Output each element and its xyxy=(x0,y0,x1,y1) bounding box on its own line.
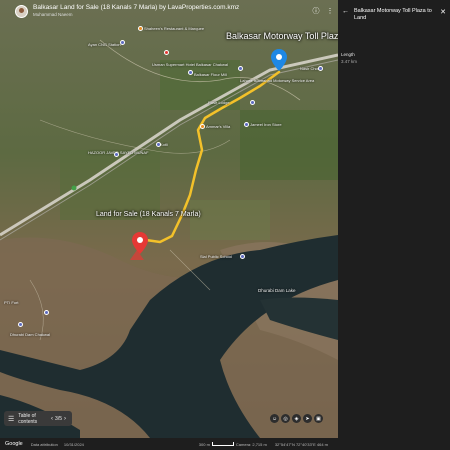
map-label-shaheen: Shaheen's Restaurant & Marquee xyxy=(144,26,205,31)
data-attribution-link[interactable]: Data attribution xyxy=(31,442,58,447)
chowk-poi-icon[interactable] xyxy=(318,66,323,71)
place-poi-icon[interactable] xyxy=(114,152,119,157)
document-owner: Muhammad Naeem xyxy=(33,12,73,17)
toll-plaza-pin-icon[interactable] xyxy=(271,49,287,71)
map-label-rose-lodge: Rose Lodge xyxy=(208,100,230,105)
layers-icon[interactable]: ◈ xyxy=(292,414,301,423)
map-label-sial-public: Sial Public School xyxy=(200,254,233,259)
map-label-jameel-iron: Jameel Iron Store xyxy=(250,122,282,127)
document-header: Balkasar Land for Sale (18 Kanals 7 Marl… xyxy=(0,0,338,22)
length-property: Length 3.47 km xyxy=(341,52,450,64)
coordinates: 32°54'47"N 72°40'33"E 464 m xyxy=(274,441,328,447)
land-for-sale-label: Land for Sale (18 Kanals 7 Marla) xyxy=(96,211,201,218)
scale-value: 300 m xyxy=(198,441,210,447)
scale-indicator: 300 m Camera: 2,715 m 32°54'47"N 72°40'3… xyxy=(199,442,334,447)
street-view-icon[interactable]: ☺ xyxy=(270,414,279,423)
document-title: Balkasar Land for Sale (18 Kanals 7 Marl… xyxy=(33,3,240,11)
google-logo: Google xyxy=(5,441,23,447)
user-avatar[interactable] xyxy=(15,4,28,18)
store-poi-icon[interactable] xyxy=(244,122,249,127)
map-label-dhurabi-lake: Dhurabi Dam Lake xyxy=(258,288,296,293)
toc-label: Table of contents xyxy=(18,412,38,425)
status-bar: Google Data attribution 10/31/2024 300 m… xyxy=(0,438,338,450)
mill-poi-icon[interactable] xyxy=(188,70,193,75)
toc-page: 3/5 xyxy=(55,415,62,422)
map-view[interactable]: Balkasar Land for Sale (18 Kanals 7 Marl… xyxy=(0,0,338,438)
menu-icon: ☰ xyxy=(8,415,15,423)
next-icon[interactable]: › xyxy=(64,416,66,422)
map-label-dhurabi-chakwal: Dhurabi Dam Chakwal xyxy=(10,332,51,337)
villa-poi-icon[interactable] xyxy=(200,124,205,129)
length-value: 3.47 km xyxy=(341,59,358,65)
school-poi-icon[interactable] xyxy=(240,254,245,259)
map-label-pti-fort: PTI Fort xyxy=(4,300,19,305)
table-of-contents-button[interactable]: ☰ Table of contents ‹ 3/5 › xyxy=(4,411,72,426)
kotli-poi-icon[interactable] xyxy=(156,142,161,147)
map-controls: ☺ ◎ ◈ ➤ ▣ xyxy=(270,414,323,423)
map-label-balkasar-mill: Balkasar Flour Mill xyxy=(194,72,227,77)
restaurant-poi-icon[interactable] xyxy=(138,26,143,31)
panel-title: Balkasar Motorway Toll Plaza to Land xyxy=(354,8,432,21)
compass-icon[interactable]: ➤ xyxy=(303,414,312,423)
close-icon[interactable]: ✕ xyxy=(440,8,446,16)
dam-poi-icon[interactable] xyxy=(18,322,23,327)
info-icon[interactable]: ⓘ xyxy=(312,7,320,15)
previous-icon[interactable]: ‹ xyxy=(51,416,53,422)
land-area-marker-icon xyxy=(130,250,144,260)
lodge-poi-icon[interactable] xyxy=(250,100,255,105)
back-arrow-icon[interactable]: ← xyxy=(342,8,349,15)
imagery-date: 10/31/2024 xyxy=(63,441,84,447)
map-label-usman-mart: Usman Supermart Hotel Balkasar Chakwal xyxy=(152,62,229,67)
scale-bar xyxy=(211,442,234,446)
gas-station-poi-icon[interactable] xyxy=(120,40,125,45)
map-label-ammar-villa: Ammar's Villa xyxy=(206,124,231,129)
hotel-poi-icon[interactable] xyxy=(164,50,169,55)
map-label-ayan-cng: Ayan CNG Station xyxy=(88,42,121,47)
location-icon[interactable]: ◎ xyxy=(281,414,290,423)
fort-poi-icon[interactable] xyxy=(44,310,49,315)
more-options-icon[interactable]: ⋮ xyxy=(326,7,334,15)
map-label-kotli: Kotli xyxy=(160,142,168,147)
camera-altitude: Camera: 2,715 m xyxy=(235,441,267,447)
details-panel: ← Balkasar Motorway Toll Plaza to Land ✕… xyxy=(338,0,450,450)
service-area-poi-icon[interactable] xyxy=(238,66,243,71)
map-label-motorway-service: Lahore Islamabad Motorway Service Area xyxy=(240,78,315,83)
length-label: Length xyxy=(341,52,355,58)
2d-icon[interactable]: ▣ xyxy=(314,414,323,423)
toll-plaza-label: Balkasar Motorway Toll Plaza xyxy=(226,31,338,41)
